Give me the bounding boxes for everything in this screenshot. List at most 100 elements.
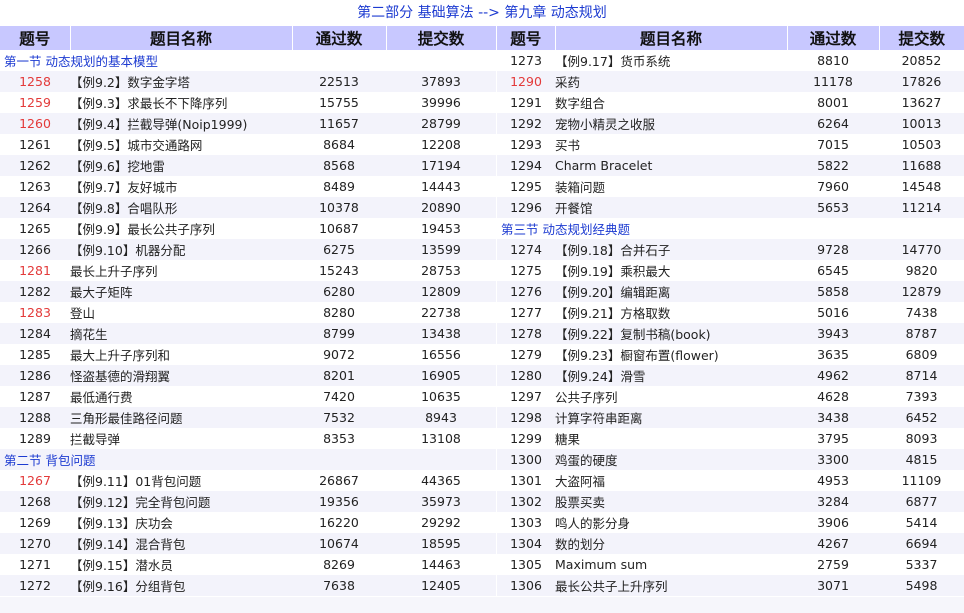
table-row[interactable]: 1281 最长上升子序列 15243 28753 [0, 260, 496, 281]
problem-name[interactable]: 最长上升子序列 [70, 260, 292, 281]
problem-id[interactable]: 1281 [0, 260, 70, 281]
problem-id[interactable]: 1261 [0, 134, 70, 155]
problem-name[interactable]: 糖果 [555, 428, 787, 449]
table-row[interactable]: 1270 【例9.14】混合背包 10674 18595 [0, 533, 496, 554]
table-row[interactable]: 1259 【例9.3】求最长不下降序列 15755 39996 [0, 92, 496, 113]
table-row[interactable]: 1286 怪盗基德的滑翔翼 8201 16905 [0, 365, 496, 386]
table-row[interactable]: 1302 股票买卖 3284 6877 [497, 491, 964, 512]
table-row[interactable]: 1289 拦截导弹 8353 13108 [0, 428, 496, 449]
problem-id[interactable]: 1270 [0, 533, 70, 554]
table-row[interactable]: 1301 大盗阿福 4953 11109 [497, 470, 964, 491]
problem-id[interactable]: 1279 [497, 344, 555, 365]
problem-id[interactable]: 1299 [497, 428, 555, 449]
problem-name[interactable]: 【例9.21】方格取数 [555, 302, 787, 323]
table-row[interactable]: 1285 最大上升子序列和 9072 16556 [0, 344, 496, 365]
problem-name[interactable]: 【例9.13】庆功会 [70, 512, 292, 533]
section-title[interactable]: 第二节 背包问题 [0, 449, 496, 470]
table-row[interactable]: 1283 登山 8280 22738 [0, 302, 496, 323]
problem-name[interactable]: 【例9.23】橱窗布置(flower) [555, 344, 787, 365]
table-row[interactable]: 1258 【例9.2】数字金字塔 22513 37893 [0, 71, 496, 92]
table-row[interactable]: 1263 【例9.7】友好城市 8489 14443 [0, 176, 496, 197]
section-title[interactable]: 第一节 动态规划的基本模型 [0, 50, 496, 71]
problem-id[interactable]: 1275 [497, 260, 555, 281]
table-row[interactable]: 1276 【例9.20】编辑距离 5858 12879 [497, 281, 964, 302]
problem-id[interactable]: 1295 [497, 176, 555, 197]
table-row[interactable]: 1297 公共子序列 4628 7393 [497, 386, 964, 407]
problem-name[interactable]: 登山 [70, 302, 292, 323]
problem-name[interactable]: 【例9.5】城市交通路网 [70, 134, 292, 155]
table-row[interactable]: 1280 【例9.24】滑雪 4962 8714 [497, 365, 964, 386]
table-row[interactable]: 1300 鸡蛋的硬度 3300 4815 [497, 449, 964, 470]
table-row[interactable]: 1265 【例9.9】最长公共子序列 10687 19453 [0, 218, 496, 239]
problem-id[interactable]: 1285 [0, 344, 70, 365]
problem-name[interactable]: 【例9.18】合并石子 [555, 239, 787, 260]
table-row[interactable]: 1269 【例9.13】庆功会 16220 29292 [0, 512, 496, 533]
problem-id[interactable]: 1276 [497, 281, 555, 302]
table-row[interactable]: 1267 【例9.11】01背包问题 26867 44365 [0, 470, 496, 491]
section-title[interactable]: 第三节 动态规划经典题 [497, 218, 964, 239]
problem-id[interactable]: 1280 [497, 365, 555, 386]
problem-name[interactable]: 【例9.17】货币系统 [555, 50, 787, 71]
problem-name[interactable]: 最低通行费 [70, 386, 292, 407]
problem-name[interactable]: 采药 [555, 71, 787, 92]
problem-name[interactable]: 怪盗基德的滑翔翼 [70, 365, 292, 386]
table-row[interactable]: 1271 【例9.15】潜水员 8269 14463 [0, 554, 496, 575]
table-row[interactable]: 1278 【例9.22】复制书稿(book) 3943 8787 [497, 323, 964, 344]
problem-id[interactable]: 1277 [497, 302, 555, 323]
problem-id[interactable]: 1274 [497, 239, 555, 260]
problem-name[interactable]: Charm Bracelet [555, 155, 787, 176]
problem-id[interactable]: 1265 [0, 218, 70, 239]
problem-id[interactable]: 1258 [0, 71, 70, 92]
problem-id[interactable]: 1262 [0, 155, 70, 176]
table-row[interactable]: 1268 【例9.12】完全背包问题 19356 35973 [0, 491, 496, 512]
problem-name[interactable]: 最大上升子序列和 [70, 344, 292, 365]
problem-name[interactable]: 三角形最佳路径问题 [70, 407, 292, 428]
table-row[interactable]: 1266 【例9.10】机器分配 6275 13599 [0, 239, 496, 260]
table-row[interactable]: 1296 开餐馆 5653 11214 [497, 197, 964, 218]
problem-id[interactable]: 1263 [0, 176, 70, 197]
problem-id[interactable]: 1298 [497, 407, 555, 428]
problem-name[interactable]: 最大子矩阵 [70, 281, 292, 302]
problem-name[interactable]: 鸣人的影分身 [555, 512, 787, 533]
problem-id[interactable]: 1282 [0, 281, 70, 302]
table-row[interactable]: 1279 【例9.23】橱窗布置(flower) 3635 6809 [497, 344, 964, 365]
problem-name[interactable]: 【例9.7】友好城市 [70, 176, 292, 197]
problem-id[interactable]: 1290 [497, 71, 555, 92]
problem-name[interactable]: 股票买卖 [555, 491, 787, 512]
problem-name[interactable]: 【例9.3】求最长不下降序列 [70, 92, 292, 113]
problem-name[interactable]: 大盗阿福 [555, 470, 787, 491]
problem-id[interactable]: 1278 [497, 323, 555, 344]
table-row[interactable]: 1291 数字组合 8001 13627 [497, 92, 964, 113]
problem-name[interactable]: 【例9.20】编辑距离 [555, 281, 787, 302]
table-row[interactable]: 1264 【例9.8】合唱队形 10378 20890 [0, 197, 496, 218]
problem-name[interactable]: 公共子序列 [555, 386, 787, 407]
problem-id[interactable]: 1292 [497, 113, 555, 134]
problem-name[interactable]: 数字组合 [555, 92, 787, 113]
problem-id[interactable]: 1291 [497, 92, 555, 113]
problem-name[interactable]: Maximum sum [555, 554, 787, 575]
problem-id[interactable]: 1286 [0, 365, 70, 386]
problem-name[interactable]: 最长公共子上升序列 [555, 575, 787, 596]
problem-name[interactable]: 【例9.2】数字金字塔 [70, 71, 292, 92]
problem-id[interactable]: 1284 [0, 323, 70, 344]
problem-name[interactable]: 装箱问题 [555, 176, 787, 197]
problem-name[interactable]: 宠物小精灵之收服 [555, 113, 787, 134]
problem-name[interactable]: 计算字符串距离 [555, 407, 787, 428]
table-row[interactable]: 1277 【例9.21】方格取数 5016 7438 [497, 302, 964, 323]
problem-name[interactable]: 【例9.6】挖地雷 [70, 155, 292, 176]
problem-id[interactable]: 1293 [497, 134, 555, 155]
problem-name[interactable]: 【例9.12】完全背包问题 [70, 491, 292, 512]
problem-name[interactable]: 鸡蛋的硬度 [555, 449, 787, 470]
problem-id[interactable]: 1289 [0, 428, 70, 449]
table-row[interactable]: 1275 【例9.19】乘积最大 6545 9820 [497, 260, 964, 281]
problem-id[interactable]: 1297 [497, 386, 555, 407]
problem-id[interactable]: 1287 [0, 386, 70, 407]
problem-id[interactable]: 1304 [497, 533, 555, 554]
problem-name[interactable]: 【例9.9】最长公共子序列 [70, 218, 292, 239]
problem-name[interactable]: 【例9.4】拦截导弹(Noip1999) [70, 113, 292, 134]
table-row[interactable]: 1306 最长公共子上升序列 3071 5498 [497, 575, 964, 596]
problem-name[interactable]: 买书 [555, 134, 787, 155]
table-row[interactable]: 1272 【例9.16】分组背包 7638 12405 [0, 575, 496, 596]
problem-name[interactable]: 【例9.19】乘积最大 [555, 260, 787, 281]
problem-name[interactable]: 【例9.16】分组背包 [70, 575, 292, 596]
